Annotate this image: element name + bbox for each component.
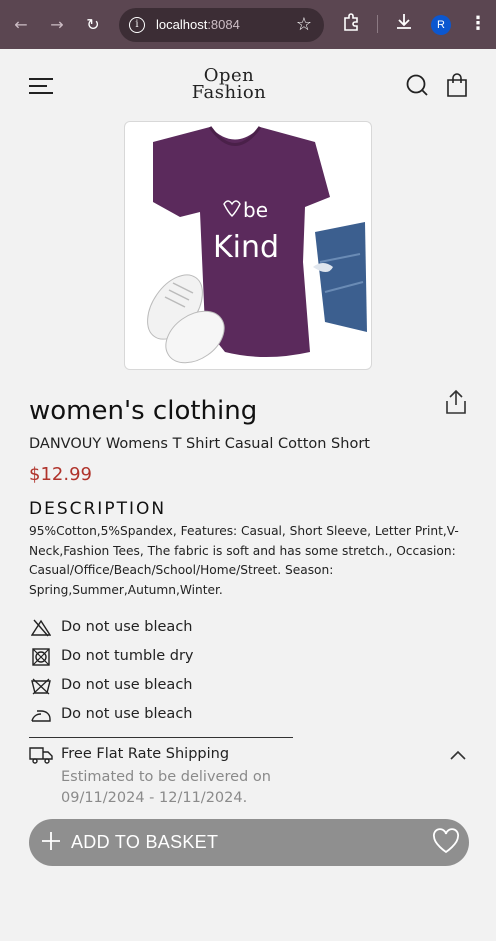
- profile-avatar[interactable]: R: [431, 15, 451, 35]
- no-bleach-crossed-icon: [31, 678, 51, 695]
- extensions-puzzle-icon[interactable]: [342, 13, 360, 31]
- product-image: be Kind: [124, 121, 372, 370]
- plus-icon: [42, 832, 60, 850]
- truck-icon: [29, 747, 53, 764]
- menu-icon[interactable]: [29, 78, 53, 94]
- no-tumble-dry-icon: [32, 648, 50, 666]
- care-item: Do not use bleach: [29, 674, 329, 703]
- more-menu-icon[interactable]: ⋮: [469, 13, 487, 34]
- share-icon[interactable]: [444, 389, 468, 415]
- shopping-bag-icon[interactable]: [446, 73, 468, 97]
- iron-icon: [31, 710, 51, 722]
- bookmark-star-icon[interactable]: ☆: [296, 14, 312, 35]
- add-to-basket-button[interactable]: ADD TO BASKET: [29, 819, 469, 866]
- care-item: Do not tumble dry: [29, 645, 329, 674]
- description-text: 95%Cotton,5%Spandex, Features: Casual, S…: [29, 524, 459, 597]
- back-arrow-icon[interactable]: ←: [9, 13, 33, 37]
- toolbar-divider: [377, 15, 378, 33]
- care-instructions: Do not use bleach Do not tumble dry Do n…: [29, 616, 329, 732]
- no-bleach-icon: [31, 619, 51, 637]
- address-bar[interactable]: i localhost:8084 ☆: [119, 8, 324, 42]
- shipping-estimate: Estimated to be delivered on 09/11/2024 …: [61, 769, 271, 806]
- shirt-print-kind: Kind: [213, 230, 279, 265]
- shipping-title: Free Flat Rate Shipping: [61, 746, 230, 762]
- section-divider: [29, 737, 293, 738]
- brand-logo[interactable]: Open Fashion: [186, 67, 272, 102]
- product-price: $12.99: [29, 464, 92, 485]
- shipping-section[interactable]: Free Flat Rate Shipping Estimated to be …: [29, 744, 469, 810]
- search-icon[interactable]: [406, 74, 428, 96]
- site-info-icon[interactable]: i: [129, 17, 145, 33]
- chevron-up-icon[interactable]: [449, 749, 467, 761]
- wishlist-heart-icon[interactable]: [432, 828, 460, 854]
- browser-toolbar: ← → ↻ i localhost:8084 ☆ R ⋮: [0, 0, 496, 49]
- product-category: women's clothing: [29, 396, 258, 426]
- product-name: DANVOUY Womens T Shirt Casual Cotton Sho…: [29, 436, 370, 452]
- add-to-basket-label: ADD TO BASKET: [71, 832, 219, 852]
- download-icon[interactable]: [395, 12, 413, 30]
- shirt-print-be: be: [243, 198, 268, 222]
- forward-arrow-icon[interactable]: →: [45, 13, 69, 37]
- reload-icon[interactable]: ↻: [81, 13, 105, 37]
- app-header: Open Fashion: [0, 49, 496, 121]
- url-text[interactable]: localhost:8084: [156, 17, 240, 32]
- description-heading: DESCRIPTION: [29, 499, 167, 519]
- care-item: Do not use bleach: [29, 703, 329, 732]
- care-item: Do not use bleach: [29, 616, 329, 645]
